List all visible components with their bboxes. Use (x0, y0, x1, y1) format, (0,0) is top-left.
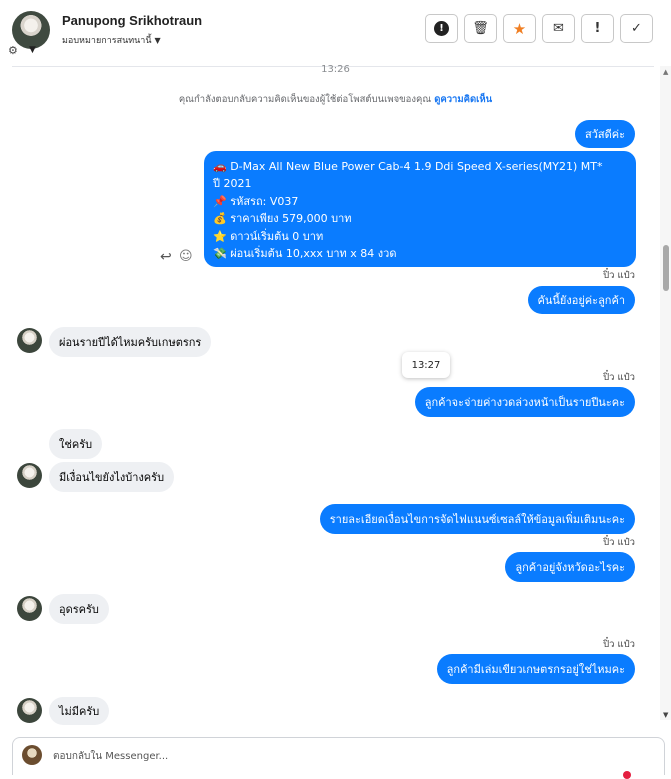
message-text: 💸 ผ่อนเริ่มต้น 10,xxx บาท x 84 งวด (213, 247, 397, 261)
star-icon: ★ (512, 19, 527, 38)
contact-avatar-small (17, 328, 42, 353)
scrollbar-track[interactable] (660, 66, 671, 720)
header-action-bar: ! 🗑 ★ ✉ ! ✓ (425, 14, 653, 43)
outgoing-message[interactable]: คันนี้ยังอยู่ค่ะลูกค้า (527, 286, 635, 314)
comment-reply-notice: คุณกำลังตอบกลับความคิดเห็นของผู้ใช้ต่อโพ… (0, 92, 671, 107)
timestamp: 13:26 (321, 64, 350, 75)
mark-done-button[interactable]: ✓ (620, 14, 653, 43)
outgoing-message[interactable]: สวัสดีค่ะ (574, 120, 635, 148)
follow-up-button[interactable]: ! (581, 14, 614, 43)
trash-icon: 🗑 (472, 21, 489, 36)
message-text: ไม่มีครับ (59, 705, 100, 718)
conversation-header: ⚙ ▼ Panupong Srikhotraun มอบหมายการสนทนา… (0, 0, 671, 62)
chevron-down-icon[interactable]: ▼ (29, 45, 36, 55)
view-comment-link[interactable]: ดูความคิดเห็น (434, 94, 492, 105)
alert-icon: ! (434, 21, 449, 36)
incoming-message[interactable]: ผ่อนรายปีได้ไหมครับเกษตรกร (49, 327, 212, 357)
message-text: 💰 ราคาเพียง 579,000 บาท (213, 212, 352, 226)
outgoing-message[interactable]: ลูกค้าอยู่จังหวัดอะไรคะ (505, 552, 635, 582)
contact-avatar-small (17, 698, 42, 723)
message-text: ปี 2021 (213, 177, 252, 191)
message-text: อุดรครับ (59, 603, 99, 616)
seen-indicator: ปิ๋ว แป๋ว (603, 537, 635, 548)
message-text: ใช่ครับ (59, 438, 93, 451)
outgoing-car-info-message[interactable]: 🚗 D-Max All New Blue Power Cab-4 1.9 Ddi… (204, 151, 636, 267)
seen-indicator: ปิ๋ว แป๋ว (603, 639, 635, 650)
notice-text: คุณกำลังตอบกลับความคิดเห็นของผู้ใช้ต่อโพ… (178, 94, 435, 105)
reply-input[interactable] (51, 746, 615, 766)
contact-name[interactable]: Panupong Srikhotraun (62, 13, 202, 28)
message-text: 📌 รหัสรถ: V037 (213, 194, 299, 208)
scroll-down-icon[interactable]: ▼ (663, 711, 668, 719)
incoming-message[interactable]: อุดรครับ (49, 594, 109, 624)
reply-icon[interactable]: ↩ (160, 249, 172, 265)
settings-sliders-icon[interactable]: ⚙ (8, 44, 18, 57)
exclaim-icon: ! (594, 21, 601, 36)
message-text: มีเงื่อนไขยังไงบ้างครับ (59, 471, 165, 484)
message-text: ผ่อนรายปีได้ไหมครับเกษตรกร (59, 336, 202, 349)
page-avatar (22, 745, 42, 765)
message-text: ลูกค้ามีเล่มเขียวเกษตรกรอยู่ใช่ไหมคะ (446, 663, 625, 676)
delete-button[interactable]: 🗑 (464, 14, 497, 43)
message-text: ⭐ ดาวน์เริ่มต้น 0 บาท (213, 229, 324, 243)
outgoing-message[interactable]: ลูกค้าจะจ่ายค่างวดล่วงหน้าเป็นรายปีนะคะ (414, 387, 635, 417)
seen-indicator: ปิ๋ว แป๋ว (603, 270, 635, 281)
emoji-react-icon[interactable]: ☺ (179, 249, 193, 264)
incoming-message[interactable]: ใช่ครับ (49, 429, 103, 459)
outgoing-message[interactable]: รายละเอียดเงื่อนไขการจัดไฟแนนซ์เซลล์ให้ข… (319, 504, 635, 534)
message-text: ลูกค้าอยู่จังหวัดอะไรคะ (515, 561, 625, 574)
scrollbar-thumb[interactable] (663, 245, 669, 291)
mail-icon: ✉ (553, 21, 564, 36)
message-text: คันนี้ยังอยู่ค่ะลูกค้า (537, 294, 625, 307)
message-text: ลูกค้าจะจ่ายค่างวดล่วงหน้าเป็นรายปีนะคะ (424, 396, 625, 409)
chevron-down-icon: ▼ (154, 36, 161, 45)
contact-avatar-small (17, 463, 42, 488)
check-icon: ✓ (631, 21, 642, 36)
contact-avatar-small (17, 596, 42, 621)
star-button[interactable]: ★ (503, 14, 536, 43)
incoming-message[interactable]: ไม่มีครับ (49, 697, 110, 725)
mark-unread-button[interactable]: ✉ (542, 14, 575, 43)
seen-indicator: ปิ๋ว แป๋ว (603, 372, 635, 383)
scroll-up-icon[interactable]: ▲ (663, 68, 668, 76)
message-text: 🚗 D-Max All New Blue Power Cab-4 1.9 Ddi… (213, 160, 603, 173)
timestamp-tooltip: 13:27 (402, 352, 450, 378)
incoming-message[interactable]: มีเงื่อนไขยังไงบ้างครับ (49, 462, 175, 492)
mark-spam-button[interactable]: ! (425, 14, 458, 43)
reply-composer (12, 737, 665, 779)
notification-dot (623, 771, 631, 779)
outgoing-message[interactable]: ลูกค้ามีเล่มเขียวเกษตรกรอยู่ใช่ไหมคะ (436, 654, 635, 684)
assign-label: มอบหมายการสนทนานี้ (62, 36, 152, 46)
message-text: สวัสดีค่ะ (584, 128, 625, 141)
message-text: รายละเอียดเงื่อนไขการจัดไฟแนนซ์เซลล์ให้ข… (329, 513, 625, 526)
assign-conversation-dropdown[interactable]: มอบหมายการสนทนานี้ ▼ (62, 33, 161, 47)
